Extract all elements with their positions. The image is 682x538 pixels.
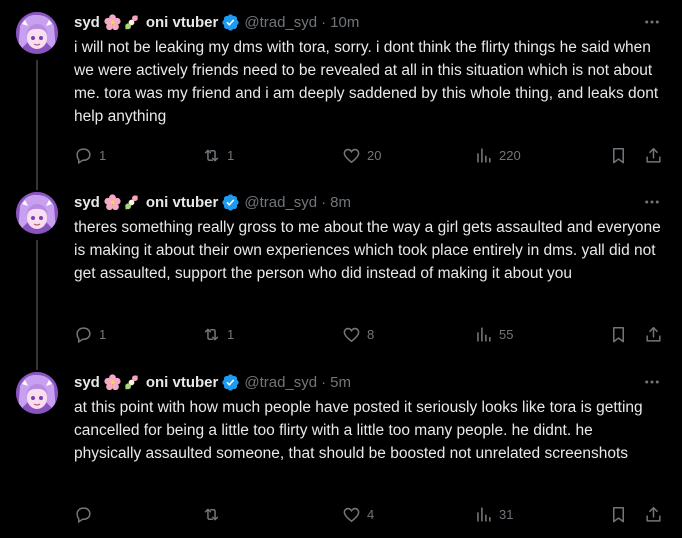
retweet-button[interactable] — [202, 502, 227, 526]
like-button[interactable]: 4 — [342, 502, 374, 526]
timestamp[interactable]: 10m — [330, 14, 359, 31]
tweet-header: syd oni vtuber @trad_syd · 10m — [74, 11, 642, 33]
more-options-button[interactable] — [642, 372, 662, 392]
avatar[interactable] — [16, 12, 58, 54]
reply-icon — [76, 326, 91, 343]
bookmark-icon — [612, 326, 625, 342]
bookmark-button[interactable] — [609, 322, 628, 346]
tweet[interactable]: syd oni vtuber @trad_syd · 5m at this po… — [0, 360, 682, 538]
bookmark-button[interactable] — [609, 502, 628, 526]
share-icon — [646, 506, 661, 522]
display-name-suffix[interactable]: oni vtuber — [146, 14, 219, 31]
reply-icon — [76, 506, 91, 523]
share-button[interactable] — [644, 502, 663, 526]
more-icon — [645, 200, 659, 204]
retweet-icon — [204, 149, 219, 161]
display-name-suffix[interactable]: oni vtuber — [146, 194, 219, 211]
like-count: 4 — [367, 506, 375, 522]
more-icon — [645, 380, 659, 384]
share-button[interactable] — [644, 143, 663, 167]
reply-button[interactable] — [74, 502, 99, 526]
verified-badge-icon — [222, 373, 239, 391]
share-button[interactable] — [644, 322, 663, 346]
display-name[interactable]: syd — [74, 374, 100, 391]
retweet-button[interactable]: 1 — [202, 143, 234, 167]
more-options-button[interactable] — [642, 192, 662, 212]
dango-emoji — [124, 374, 138, 390]
separator-dot: · — [321, 193, 327, 211]
views-icon — [477, 147, 491, 163]
more-icon — [645, 20, 659, 24]
views-count: 31 — [499, 506, 514, 522]
verified-badge-icon — [222, 13, 239, 31]
avatar[interactable] — [16, 192, 58, 234]
reply-button[interactable]: 1 — [74, 143, 106, 167]
avatar[interactable] — [16, 372, 58, 414]
like-icon — [343, 327, 360, 342]
tweet-actions: 1 1 20 220 — [74, 143, 666, 167]
tweet-header: syd oni vtuber @trad_syd · 5m — [74, 371, 642, 393]
retweet-button[interactable]: 1 — [202, 322, 234, 346]
display-name[interactable]: syd — [74, 14, 100, 31]
like-count: 20 — [367, 147, 382, 163]
display-name[interactable]: syd — [74, 194, 100, 211]
tweet-actions: 1 1 8 55 — [74, 322, 666, 346]
handle[interactable]: @trad_syd — [244, 194, 317, 211]
views-count: 220 — [499, 147, 521, 163]
timestamp[interactable]: 5m — [330, 374, 351, 391]
tweet-header: syd oni vtuber @trad_syd · 8m — [74, 191, 642, 213]
thread-connector — [36, 240, 38, 370]
handle[interactable]: @trad_syd — [244, 14, 317, 31]
like-button[interactable]: 20 — [342, 143, 381, 167]
tweet-text: theres something really gross to me abou… — [74, 219, 661, 282]
views-button[interactable]: 220 — [474, 143, 521, 167]
bookmark-button[interactable] — [609, 143, 628, 167]
like-button[interactable]: 8 — [342, 322, 374, 346]
share-icon — [646, 147, 661, 163]
tweet-text: at this point with how much people have … — [74, 399, 643, 462]
tweet-text: i will not be leaking my dms with tora, … — [74, 39, 659, 125]
cherry-blossom-emoji — [104, 373, 121, 390]
timestamp[interactable]: 8m — [330, 194, 351, 211]
like-icon — [343, 507, 360, 522]
reply-count: 1 — [99, 147, 107, 163]
verified-badge-icon — [222, 193, 239, 211]
cherry-blossom-emoji — [104, 13, 121, 30]
tweet[interactable]: syd oni vtuber @trad_syd · 8m theres som… — [0, 180, 682, 370]
reply-count: 1 — [99, 326, 107, 342]
share-icon — [646, 326, 661, 342]
views-count: 55 — [499, 326, 514, 342]
cherry-blossom-emoji — [104, 193, 121, 210]
views-icon — [477, 506, 491, 522]
views-icon — [477, 326, 491, 342]
retweet-count: 1 — [227, 326, 235, 342]
bookmark-icon — [612, 506, 625, 522]
separator-dot: · — [321, 13, 327, 31]
views-button[interactable]: 31 — [474, 502, 513, 526]
retweet-count: 1 — [227, 147, 235, 163]
views-button[interactable]: 55 — [474, 322, 513, 346]
bookmark-icon — [612, 147, 625, 163]
more-options-button[interactable] — [642, 12, 662, 32]
like-icon — [343, 148, 360, 163]
handle[interactable]: @trad_syd — [244, 374, 317, 391]
retweet-icon — [204, 328, 219, 340]
reply-icon — [76, 147, 91, 164]
thread-connector — [36, 60, 38, 190]
reply-button[interactable]: 1 — [74, 322, 106, 346]
tweet-thread: syd oni vtuber @trad_syd · 10m i will no… — [0, 0, 682, 538]
tweet-actions: 4 31 — [74, 502, 666, 526]
display-name-suffix[interactable]: oni vtuber — [146, 374, 219, 391]
like-count: 8 — [367, 326, 375, 342]
separator-dot: · — [321, 373, 327, 391]
retweet-icon — [204, 508, 219, 520]
dango-emoji — [124, 194, 138, 210]
dango-emoji — [124, 14, 138, 30]
tweet[interactable]: syd oni vtuber @trad_syd · 10m i will no… — [0, 0, 682, 190]
